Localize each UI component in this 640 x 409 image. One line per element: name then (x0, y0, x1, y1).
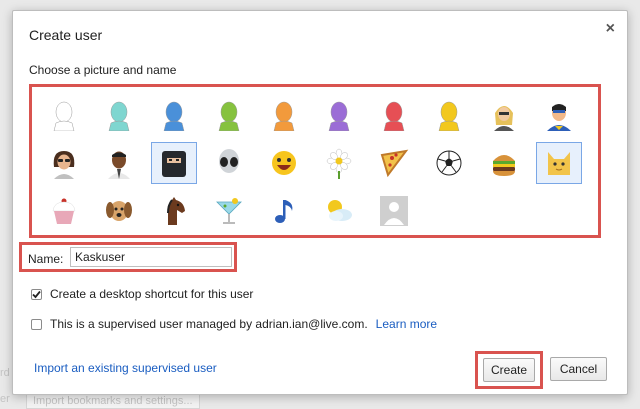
cancel-button[interactable]: Cancel (550, 357, 607, 381)
avatar-woman-sunglasses-icon-graphic (53, 151, 75, 179)
avatar-superhero-icon-graphic (547, 104, 571, 131)
close-icon[interactable]: × (606, 21, 615, 37)
avatar-businesswoman-icon[interactable] (481, 94, 527, 136)
supervised-user-label: This is a supervised user managed by adr… (50, 317, 368, 331)
avatar-flower-icon-graphic (326, 148, 352, 179)
dialog-title: Create user (29, 27, 103, 43)
name-label: Name: (28, 252, 64, 266)
avatar-silhouette-teal-icon[interactable] (96, 94, 142, 136)
avatar-burger-icon-graphic (493, 155, 515, 176)
avatar-soccer-ball-icon-graphic (436, 150, 462, 176)
avatar-man-icon-graphic (108, 151, 130, 179)
avatar-superhero-icon[interactable] (536, 94, 582, 136)
name-input[interactable] (70, 247, 232, 267)
avatar-horse-icon-graphic (167, 197, 185, 225)
avatar-cupcake-icon[interactable] (41, 190, 87, 232)
desktop-shortcut-label: Create a desktop shortcut for this user (50, 287, 254, 301)
avatar-smiley-icon[interactable] (261, 142, 307, 184)
background-import-bookmarks-button: Import bookmarks and settings... (26, 393, 200, 409)
avatar-dog-icon-graphic (106, 201, 132, 221)
avatar-cat-icon-graphic (548, 152, 570, 175)
background-ghost-text-b: rd (0, 367, 10, 379)
avatar-soccer-ball-icon[interactable] (426, 142, 472, 184)
checkmark-icon (32, 290, 41, 298)
avatar-cocktail-icon[interactable] (206, 190, 252, 232)
avatar-ninja-icon-graphic (162, 151, 186, 177)
name-field-group: Name: (19, 242, 237, 272)
desktop-shortcut-checkbox[interactable] (31, 288, 42, 300)
avatar-pizza-icon-graphic (380, 149, 409, 178)
avatar-placeholder-photo-icon-graphic (380, 196, 408, 226)
avatar-silhouette-red-icon-graphic (383, 101, 405, 131)
avatar-silhouette-green-icon-graphic (218, 101, 240, 131)
create-button-highlight: Create (475, 351, 543, 389)
dialog-subtitle: Choose a picture and name (29, 63, 177, 77)
avatar-placeholder-photo-icon[interactable] (371, 190, 417, 232)
avatar-silhouette-purple-icon-graphic (328, 101, 350, 131)
avatar-smiley-icon-graphic (272, 151, 296, 175)
avatar-silhouette-blue-icon-graphic (163, 101, 185, 131)
create-button[interactable]: Create (483, 358, 535, 382)
avatar-silhouette-green-icon[interactable] (206, 94, 252, 136)
avatar-silhouette-teal-icon-graphic (108, 101, 130, 131)
avatar-flower-icon[interactable] (316, 142, 362, 184)
avatar-silhouette-orange-icon[interactable] (261, 94, 307, 136)
avatar-silhouette-blue-icon[interactable] (151, 94, 197, 136)
avatar-silhouette-orange-icon-graphic (273, 101, 295, 131)
avatar-alien-icon[interactable] (206, 142, 252, 184)
avatar-cocktail-icon-graphic (216, 198, 242, 224)
avatar-cupcake-icon-graphic (52, 198, 76, 224)
avatar-burger-icon[interactable] (481, 142, 527, 184)
supervised-user-checkbox[interactable] (31, 318, 42, 330)
avatar-silhouette-yellow-icon[interactable] (426, 94, 472, 136)
avatar-weather-icon[interactable] (316, 190, 362, 232)
avatar-silhouette-purple-icon[interactable] (316, 94, 362, 136)
avatar-businesswoman-icon-graphic (494, 106, 514, 131)
learn-more-link[interactable]: Learn more (376, 317, 437, 331)
avatar-silhouette-white-icon-graphic (53, 101, 75, 131)
avatar-picker (29, 84, 601, 238)
avatar-silhouette-white-icon[interactable] (41, 94, 87, 136)
avatar-music-note-icon[interactable] (261, 190, 307, 232)
create-user-dialog: Create user × Choose a picture and name … (12, 10, 628, 395)
avatar-music-note-icon-graphic (275, 200, 293, 223)
avatar-horse-icon[interactable] (151, 190, 197, 232)
avatar-silhouette-yellow-icon-graphic (438, 101, 460, 131)
avatar-alien-icon-graphic (219, 149, 239, 173)
avatar-woman-sunglasses-icon[interactable] (41, 142, 87, 184)
avatar-ninja-icon[interactable] (151, 142, 197, 184)
avatar-man-icon[interactable] (96, 142, 142, 184)
background-ghost-text-a: er (0, 393, 10, 405)
avatar-cat-icon[interactable] (536, 142, 582, 184)
import-supervised-user-link[interactable]: Import an existing supervised user (34, 361, 217, 375)
avatar-dog-icon[interactable] (96, 190, 142, 232)
supervised-user-option[interactable]: This is a supervised user managed by adr… (31, 317, 437, 331)
avatar-weather-icon-graphic (328, 200, 352, 221)
avatar-silhouette-red-icon[interactable] (371, 94, 417, 136)
desktop-shortcut-option[interactable]: Create a desktop shortcut for this user (31, 287, 253, 301)
avatar-pizza-icon[interactable] (371, 142, 417, 184)
